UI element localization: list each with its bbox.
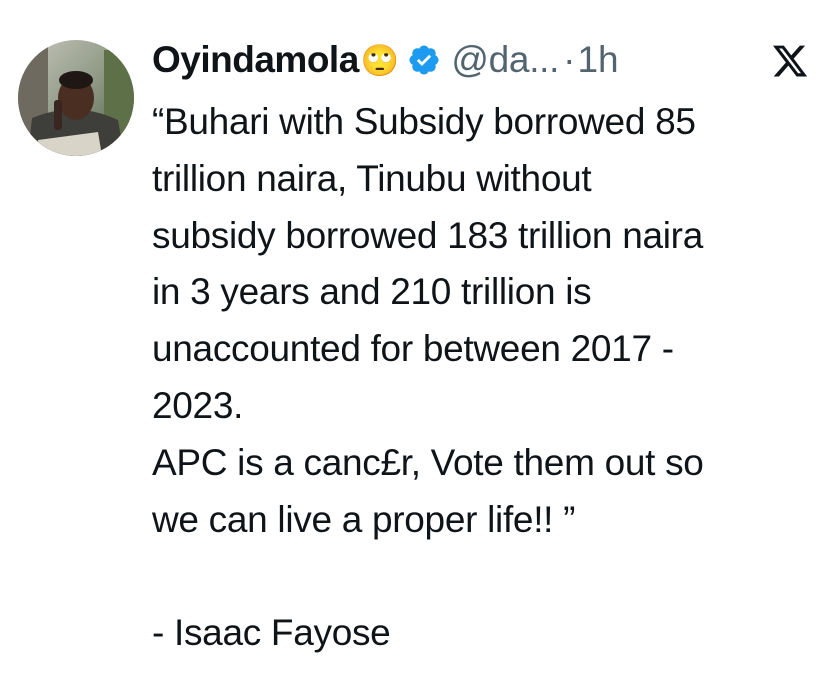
author-avatar[interactable] — [18, 40, 134, 156]
avatar-photo — [18, 40, 134, 156]
tweet-text-line: subsidy borrowed 183 trillion naira — [152, 214, 703, 256]
tweet-header: Oyindamola 🙄 @da... · 1h — [152, 34, 619, 86]
tweet-text-line: APC is a canc£r, Vote them out so — [152, 441, 704, 483]
verified-badge-icon — [407, 43, 441, 77]
tweet-text-line: in 3 years and 210 trillion is — [152, 271, 592, 313]
tweet-timestamp[interactable]: 1h — [577, 39, 618, 81]
tweet-text-line: “Buhari with Subsidy borrowed 85 — [152, 101, 696, 142]
tweet-text-line: we can live a proper life!! ” — [152, 498, 576, 540]
tweet-text-attribution: - Isaac Fayose — [152, 612, 391, 654]
tweet-text-line: unaccounted for between 2017 - — [152, 328, 674, 370]
tweet-text-line: trillion naira, Tinubu without — [152, 157, 592, 199]
tweet-text-line: 2023. — [152, 384, 244, 426]
header-separator: · — [563, 39, 576, 80]
x-logo-icon[interactable] — [770, 42, 810, 80]
tweet-text: “Buhari with Subsidy borrowed 85 trillio… — [152, 94, 812, 662]
eye-roll-emoji: 🙄 — [360, 42, 400, 78]
tweet-card: Oyindamola 🙄 @da... · 1h “Buhari with Su… — [0, 0, 828, 673]
author-display-name[interactable]: Oyindamola — [152, 39, 359, 81]
author-handle[interactable]: @da... — [451, 39, 559, 81]
